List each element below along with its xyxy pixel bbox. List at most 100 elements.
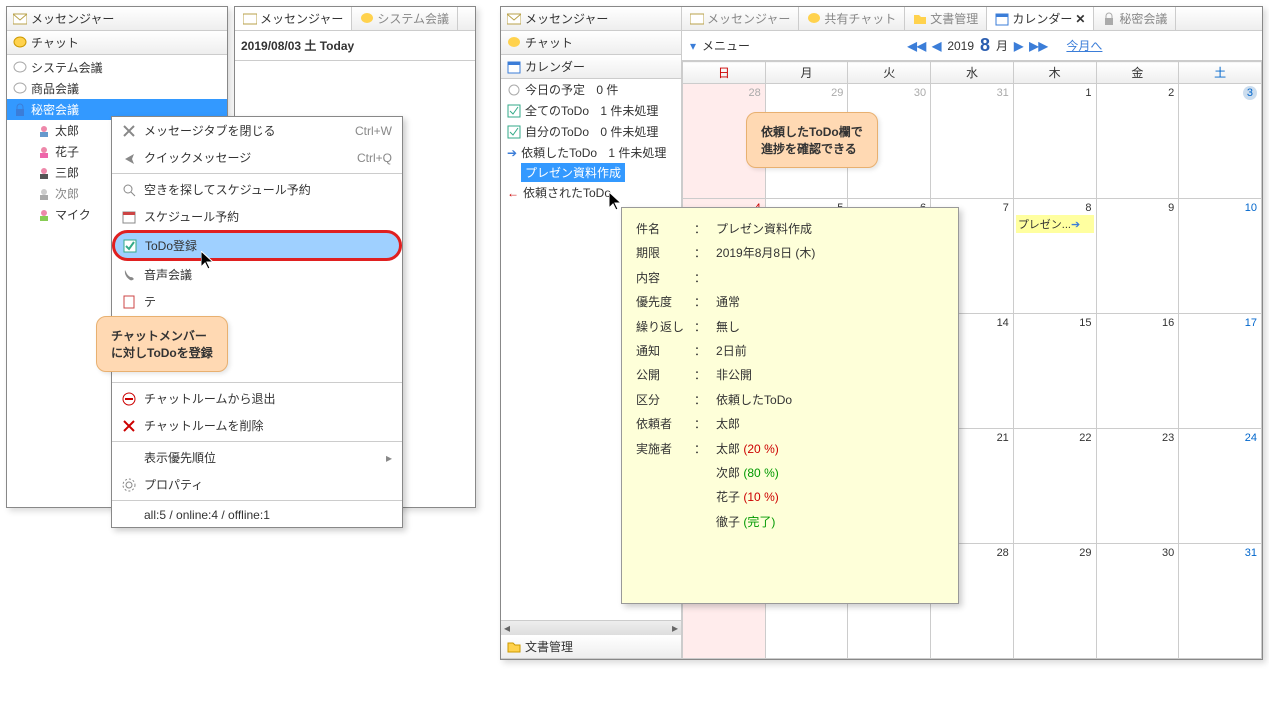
mail-icon: [13, 12, 27, 26]
chat-header[interactable]: チャット: [7, 31, 227, 55]
r-doc[interactable]: 文書管理: [501, 635, 681, 659]
mail-icon: [507, 12, 521, 26]
main-tabs: メッセンジャー 共有チャット 文書管理 カレンダー ✕ 秘密会議: [682, 7, 1262, 31]
room-product[interactable]: 商品会議: [7, 78, 227, 99]
r-cal[interactable]: カレンダー: [501, 55, 681, 79]
scroll-left-icon[interactable]: ◂: [501, 621, 513, 635]
cursor-icon: [609, 192, 623, 212]
tab-messenger[interactable]: メッセンジャー: [235, 7, 352, 30]
ctx-exit[interactable]: チャットルームから退出: [112, 385, 402, 412]
calendar-cell[interactable]: 31: [931, 84, 1014, 199]
scroll-right-icon[interactable]: ▸: [669, 621, 681, 635]
this-month-link[interactable]: 今月へ: [1066, 37, 1102, 54]
tab-secret[interactable]: 秘密会議: [1094, 7, 1176, 30]
nav-first[interactable]: ◀◀: [908, 39, 926, 53]
ctx-find-sched[interactable]: 空きを探してスケジュール予約: [112, 176, 402, 203]
ctx-sched[interactable]: スケジュール予約: [112, 203, 402, 230]
tab-shared[interactable]: 共有チャット: [799, 7, 905, 30]
calendar-cell[interactable]: 23: [1096, 429, 1179, 544]
menu-label[interactable]: メニュー: [702, 37, 750, 54]
calendar-cell[interactable]: 22: [1013, 429, 1096, 544]
my-todo[interactable]: 自分のToDo 0 件未処理: [501, 121, 681, 142]
user-icon: [37, 166, 51, 180]
nav-last[interactable]: ▶▶: [1029, 39, 1047, 53]
ctx-todo[interactable]: ToDo登録: [123, 237, 391, 254]
ctx-close-tab[interactable]: メッセージタブを閉じるCtrl+W: [112, 117, 402, 144]
nav-prev[interactable]: ◀: [932, 39, 941, 53]
calendar-cell[interactable]: 9: [1096, 199, 1179, 314]
today-sched[interactable]: 今日の予定 0 件: [501, 79, 681, 100]
calendar-cell[interactable]: 3: [1179, 84, 1262, 199]
tab-system[interactable]: システム会議: [352, 7, 458, 30]
calendar-cell[interactable]: 2: [1096, 84, 1179, 199]
day-header: 日: [683, 62, 766, 84]
calendar-cell[interactable]: 1: [1013, 84, 1096, 199]
todo-tooltip: 件名：プレゼン資料作成 期限：2019年8月8日 (木) 内容： 優先度：通常 …: [621, 207, 959, 604]
search-icon: [122, 183, 136, 197]
nav-next[interactable]: ▶: [1014, 39, 1023, 53]
calendar-event[interactable]: プレゼン...➔: [1016, 215, 1094, 233]
tab-calendar[interactable]: カレンダー ✕: [987, 7, 1094, 30]
day-header: 水: [931, 62, 1014, 84]
todo-item-selected[interactable]: プレゼン資料作成: [521, 163, 625, 182]
delete-icon: [122, 419, 136, 433]
check-icon: [507, 104, 521, 118]
ctx-priority[interactable]: 表示優先順位▸: [112, 444, 402, 471]
folder-icon: [913, 12, 927, 26]
user-icon: [37, 145, 51, 159]
page-icon: [122, 295, 136, 309]
cal-nav: ▾ メニュー ◀◀ ◀ 2019 8 月 ▶ ▶▶ 今月へ: [682, 31, 1262, 61]
folder-icon: [507, 640, 521, 654]
calendar-cell[interactable]: 17: [1179, 314, 1262, 429]
req-todo[interactable]: ➔依頼したToDo 1 件未処理: [501, 142, 681, 163]
chat-icon: [13, 61, 27, 75]
reply-icon: [122, 151, 136, 165]
ctx-hidden[interactable]: テ: [112, 288, 402, 315]
calendar-cell[interactable]: 24: [1179, 429, 1262, 544]
calendar-cell[interactable]: 31: [1179, 544, 1262, 659]
lock-icon: [1102, 12, 1116, 26]
all-todo[interactable]: 全てのToDo 1 件未処理: [501, 100, 681, 121]
close-icon: [122, 124, 136, 138]
r-header: メッセンジャー: [501, 7, 681, 31]
exit-icon: [122, 392, 136, 406]
ctx-voice[interactable]: 音声会議: [112, 261, 402, 288]
calendar-icon: [995, 12, 1009, 26]
user-icon: [37, 208, 51, 222]
year-label: 2019: [947, 39, 974, 53]
calendar-cell[interactable]: 16: [1096, 314, 1179, 429]
day-header: 月: [765, 62, 848, 84]
calendar-cell[interactable]: 10: [1179, 199, 1262, 314]
chat-icon: [507, 36, 521, 50]
phone-icon: [122, 268, 136, 282]
tab-messenger[interactable]: メッセンジャー: [682, 7, 799, 30]
menu-dropdown-icon[interactable]: ▾: [690, 39, 696, 53]
user-icon: [37, 187, 51, 201]
ctx-delete[interactable]: チャットルームを削除: [112, 412, 402, 439]
cursor-icon: [201, 251, 215, 271]
r-chat[interactable]: チャット: [501, 31, 681, 55]
ctx-quick[interactable]: クイックメッセージCtrl+Q: [112, 144, 402, 171]
callout-1: チャットメンバーに対しToDoを登録: [96, 316, 228, 372]
room-system[interactable]: システム会議: [7, 57, 227, 78]
h-scrollbar[interactable]: ◂▸: [501, 620, 681, 635]
ctx-property[interactable]: プロパティ: [112, 471, 402, 498]
calendar-cell[interactable]: 29: [1013, 544, 1096, 659]
arrow-left-icon: ←: [507, 186, 519, 200]
callout-2: 依頼したToDo欄で 進捗を確認できる: [746, 112, 878, 168]
chat-icon: [13, 82, 27, 96]
day-header: 金: [1096, 62, 1179, 84]
tab-close-icon[interactable]: ✕: [1075, 12, 1085, 26]
gear-icon: [122, 478, 136, 492]
ctx-status: all:5 / online:4 / offline:1: [112, 503, 402, 527]
lock-icon: [13, 103, 27, 117]
chat-icon: [13, 36, 27, 50]
check-icon: [507, 125, 521, 139]
calendar-cell[interactable]: 30: [1096, 544, 1179, 659]
calendar-cell[interactable]: 8プレゼン...➔: [1013, 199, 1096, 314]
asked-todo[interactable]: ←依頼されたToDo: [501, 182, 681, 203]
calendar-cell[interactable]: 15: [1013, 314, 1096, 429]
mid-tabs: メッセンジャー システム会議: [235, 7, 475, 31]
tab-doc[interactable]: 文書管理: [905, 7, 987, 30]
chat-icon: [807, 12, 821, 26]
